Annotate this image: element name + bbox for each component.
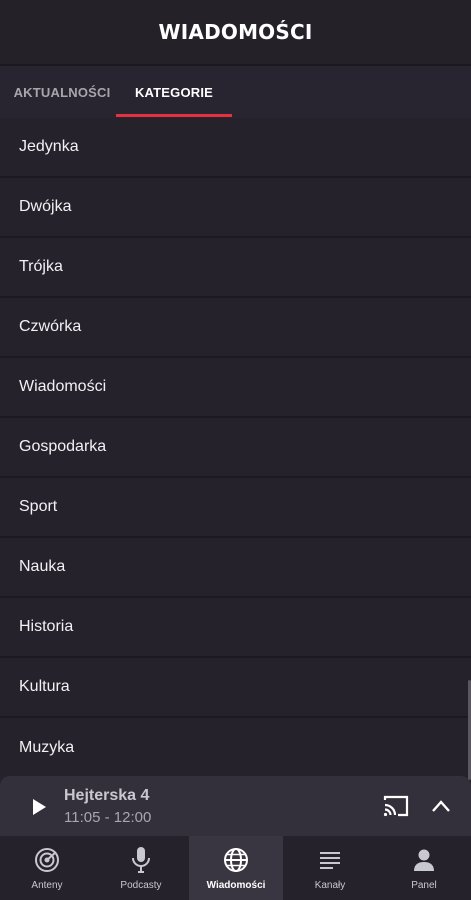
mini-player[interactable]: Hejterska 4 11:05 - 12:00 [0,776,471,836]
category-item-czworka[interactable]: Czwórka [0,298,471,358]
category-item-kultura[interactable]: Kultura [0,658,471,718]
nav-podcasty[interactable]: Podcasty [94,836,188,900]
nav-label-kanaly: Kanały [314,880,346,891]
now-playing-time: 11:05 - 12:00 [64,809,152,826]
cast-button[interactable] [380,792,412,820]
category-item-wiadomosci[interactable]: Wiadomości [0,358,471,418]
user-icon [414,849,434,871]
tab-kategorie[interactable]: KATEGORIE [116,66,232,118]
category-list: Jedynka Dwójka Trójka Czwórka Wiadomości… [0,118,471,778]
expand-player-button[interactable] [426,792,456,820]
globe-icon [224,848,248,872]
nav-label-panel: Panel [411,880,437,891]
microphone-icon [132,847,150,873]
active-tab-indicator [116,114,232,117]
category-item-muzyka[interactable]: Muzyka [0,718,471,778]
nav-wiadomosci[interactable]: Wiadomości [189,836,283,900]
category-item-gospodarka[interactable]: Gospodarka [0,418,471,478]
tab-bar: AKTUALNOŚCI KATEGORIE [0,66,471,118]
play-button[interactable] [24,792,54,822]
tab-aktualnosci[interactable]: AKTUALNOŚCI [0,66,124,118]
list-icon [320,852,340,869]
radio-wave-icon [35,848,59,872]
category-item-nauka[interactable]: Nauka [0,538,471,598]
nav-label-anteny: Anteny [31,880,63,891]
nav-anteny[interactable]: Anteny [0,836,94,900]
now-playing-title: Hejterska 4 [64,787,150,804]
category-item-jedynka[interactable]: Jedynka [0,118,471,178]
nav-panel[interactable]: Panel [377,836,471,900]
chevron-up-icon [432,800,450,812]
page-title: WIADOMOŚCI [158,20,313,44]
nav-label-wiadomosci: Wiadomości [206,880,266,891]
nav-kanaly[interactable]: Kanały [283,836,377,900]
category-item-historia[interactable]: Historia [0,598,471,658]
cast-icon [383,795,409,817]
play-icon [33,799,46,815]
category-item-trojka[interactable]: Trójka [0,238,471,298]
bottom-navigation: Anteny Podcasty Wiadomości Kanały Panel [0,836,471,900]
category-item-dwojka[interactable]: Dwójka [0,178,471,238]
nav-label-podcasty: Podcasty [120,880,162,891]
app-header: WIADOMOŚCI [0,0,471,64]
category-item-sport[interactable]: Sport [0,478,471,538]
